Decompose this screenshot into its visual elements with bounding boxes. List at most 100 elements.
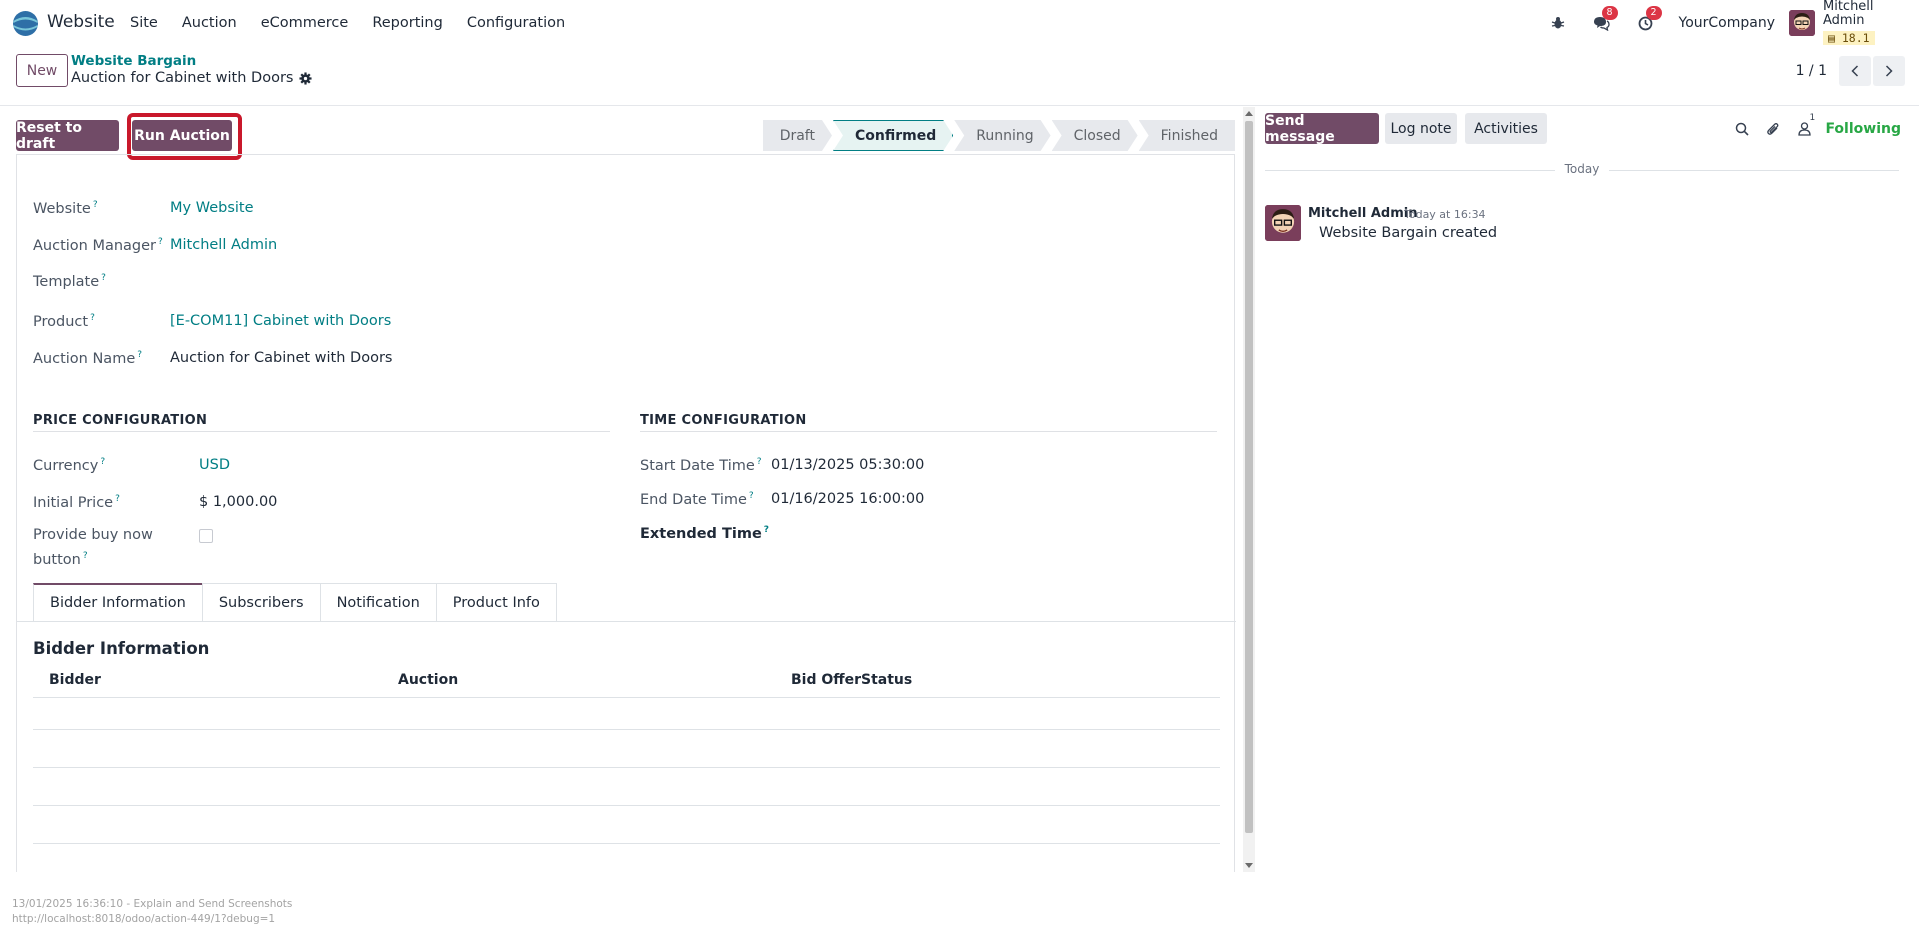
col-status[interactable]: Status bbox=[861, 672, 912, 688]
price-config-divider bbox=[33, 431, 610, 432]
message-author[interactable]: Mitchell Admin bbox=[1308, 206, 1417, 221]
tab-bidder-information[interactable]: Bidder Information bbox=[33, 583, 203, 621]
control-panel: New Website Bargain Auction for Cabinet … bbox=[0, 46, 1919, 106]
initial-price-value[interactable]: $ 1,000.00 bbox=[199, 494, 277, 510]
end-date-value[interactable]: 01/16/2025 16:00:00 bbox=[771, 491, 924, 507]
stage-finished[interactable]: Finished bbox=[1138, 120, 1235, 151]
stage-closed[interactable]: Closed bbox=[1052, 120, 1138, 151]
website-value[interactable]: My Website bbox=[170, 200, 254, 216]
tab-product-info[interactable]: Product Info bbox=[435, 583, 557, 621]
paperclip-icon[interactable] bbox=[1762, 118, 1784, 140]
table-row bbox=[33, 699, 1220, 730]
menu-ecommerce[interactable]: eCommerce bbox=[249, 15, 361, 31]
tab-subscribers[interactable]: Subscribers bbox=[201, 583, 321, 621]
label-buy-now: Provide buy now button? bbox=[33, 527, 153, 568]
message-avatar[interactable] bbox=[1265, 205, 1301, 241]
chatter-panel: Send message Log note Activities 1 Follo… bbox=[1255, 107, 1919, 872]
form-sheet: Website? My Website Auction Manager? Mit… bbox=[16, 154, 1236, 872]
help-icon[interactable]: ? bbox=[100, 457, 105, 467]
product-value[interactable]: [E-COM11] Cabinet with Doors bbox=[170, 313, 391, 329]
label-website: Website bbox=[33, 200, 91, 217]
label-product: Product bbox=[33, 313, 89, 330]
help-icon[interactable]: ? bbox=[93, 200, 98, 210]
tab-notification[interactable]: Notification bbox=[319, 583, 437, 621]
col-bidder[interactable]: Bidder bbox=[49, 672, 101, 688]
company-switcher[interactable]: YourCompany bbox=[1679, 15, 1776, 31]
message-body: Website Bargain created bbox=[1319, 225, 1498, 241]
footer-timestamp: 13/01/2025 16:36:10 - Explain and Send S… bbox=[12, 898, 293, 910]
help-icon[interactable]: ? bbox=[137, 350, 142, 360]
followers-icon[interactable]: 1 bbox=[1793, 113, 1815, 140]
label-auction-name: Auction Name bbox=[33, 350, 136, 367]
send-message-button[interactable]: Send message bbox=[1265, 113, 1379, 145]
stage-running[interactable]: Running bbox=[954, 120, 1050, 151]
menu-configuration[interactable]: Configuration bbox=[455, 15, 577, 31]
help-icon[interactable]: ? bbox=[90, 313, 95, 323]
chevron-right-icon bbox=[1885, 64, 1893, 77]
bidder-table-header: Bidder Auction Bid Offer Status bbox=[33, 664, 1220, 698]
notebook-tabs: Bidder Information Subscribers Notificat… bbox=[33, 583, 557, 621]
search-icon[interactable] bbox=[1731, 118, 1753, 140]
help-icon[interactable]: ? bbox=[83, 551, 88, 561]
pager: 1 / 1 bbox=[1796, 54, 1919, 87]
pager-next-button[interactable] bbox=[1873, 55, 1905, 86]
website-app-icon[interactable] bbox=[12, 10, 39, 37]
col-bid-offer[interactable]: Bid Offer bbox=[791, 672, 861, 688]
footer-url: http://localhost:8018/odoo/action-449/1?… bbox=[12, 913, 276, 925]
pager-value[interactable]: 1 / 1 bbox=[1796, 63, 1827, 79]
activities-button[interactable]: Activities bbox=[1465, 113, 1547, 144]
date-separator: Today bbox=[1265, 162, 1899, 178]
bug-icon[interactable] bbox=[1547, 12, 1569, 34]
gear-icon[interactable] bbox=[299, 71, 313, 85]
scroll-down-arrow[interactable] bbox=[1245, 863, 1253, 868]
form-statusbar: Reset to draft Run Auction Draft Confirm… bbox=[16, 113, 1235, 160]
database-badge: ▤ 18.1 bbox=[1823, 31, 1875, 45]
label-end-date: End Date Time bbox=[640, 491, 747, 508]
breadcrumb-parent[interactable]: Website Bargain bbox=[71, 53, 196, 69]
top-navbar: Website Site Auction eCommerce Reporting… bbox=[0, 0, 1919, 46]
table-row bbox=[33, 813, 1220, 844]
highlight-box bbox=[127, 113, 242, 160]
user-menu[interactable]: Mitchell Admin ▤ 18.1 bbox=[1823, 0, 1913, 46]
label-currency: Currency bbox=[33, 457, 99, 474]
record-title: Auction for Cabinet with Doors bbox=[71, 70, 294, 86]
stage-draft[interactable]: Draft bbox=[763, 120, 832, 151]
form-scrollbar[interactable] bbox=[1243, 107, 1255, 872]
auction-manager-value[interactable]: Mitchell Admin bbox=[170, 237, 277, 253]
help-icon[interactable]: ? bbox=[158, 237, 163, 247]
time-config-divider bbox=[640, 431, 1217, 432]
new-button[interactable]: New bbox=[16, 54, 68, 87]
help-icon[interactable]: ? bbox=[101, 273, 106, 283]
stage-bar: Draft Confirmed Running Closed Finished bbox=[762, 120, 1235, 151]
start-date-value[interactable]: 01/13/2025 05:30:00 bbox=[771, 457, 924, 473]
messages-badge: 8 bbox=[1601, 6, 1618, 20]
chevron-left-icon bbox=[1851, 64, 1859, 77]
reset-to-draft-button[interactable]: Reset to draft bbox=[16, 120, 119, 152]
pager-previous-button[interactable] bbox=[1839, 55, 1871, 86]
menu-auction[interactable]: Auction bbox=[170, 15, 249, 31]
label-start-date: Start Date Time bbox=[640, 457, 755, 474]
menu-site[interactable]: Site bbox=[118, 15, 170, 31]
stage-confirmed[interactable]: Confirmed bbox=[833, 120, 953, 151]
buy-now-checkbox[interactable] bbox=[199, 529, 213, 543]
messages-icon[interactable]: 8 bbox=[1591, 6, 1618, 34]
breadcrumb-current: Auction for Cabinet with Doors bbox=[71, 70, 313, 86]
help-icon[interactable]: ? bbox=[764, 525, 769, 535]
auction-name-value[interactable]: Auction for Cabinet with Doors bbox=[170, 350, 392, 366]
scroll-up-arrow[interactable] bbox=[1245, 111, 1253, 116]
menu-reporting[interactable]: Reporting bbox=[360, 15, 455, 31]
price-config-title: PRICE CONFIGURATION bbox=[33, 413, 208, 428]
help-icon[interactable]: ? bbox=[749, 491, 754, 501]
col-auction[interactable]: Auction bbox=[398, 672, 458, 688]
following-button[interactable]: Following bbox=[1825, 121, 1901, 137]
activities-clock-icon[interactable]: 2 bbox=[1635, 6, 1662, 34]
scrollbar-thumb[interactable] bbox=[1245, 121, 1253, 833]
currency-value[interactable]: USD bbox=[199, 457, 230, 473]
separator-label: Today bbox=[1564, 162, 1600, 176]
app-name[interactable]: Website bbox=[47, 12, 115, 32]
user-avatar[interactable] bbox=[1789, 10, 1815, 36]
table-row bbox=[33, 737, 1220, 768]
log-note-button[interactable]: Log note bbox=[1385, 113, 1457, 144]
help-icon[interactable]: ? bbox=[115, 494, 120, 504]
help-icon[interactable]: ? bbox=[757, 457, 762, 467]
